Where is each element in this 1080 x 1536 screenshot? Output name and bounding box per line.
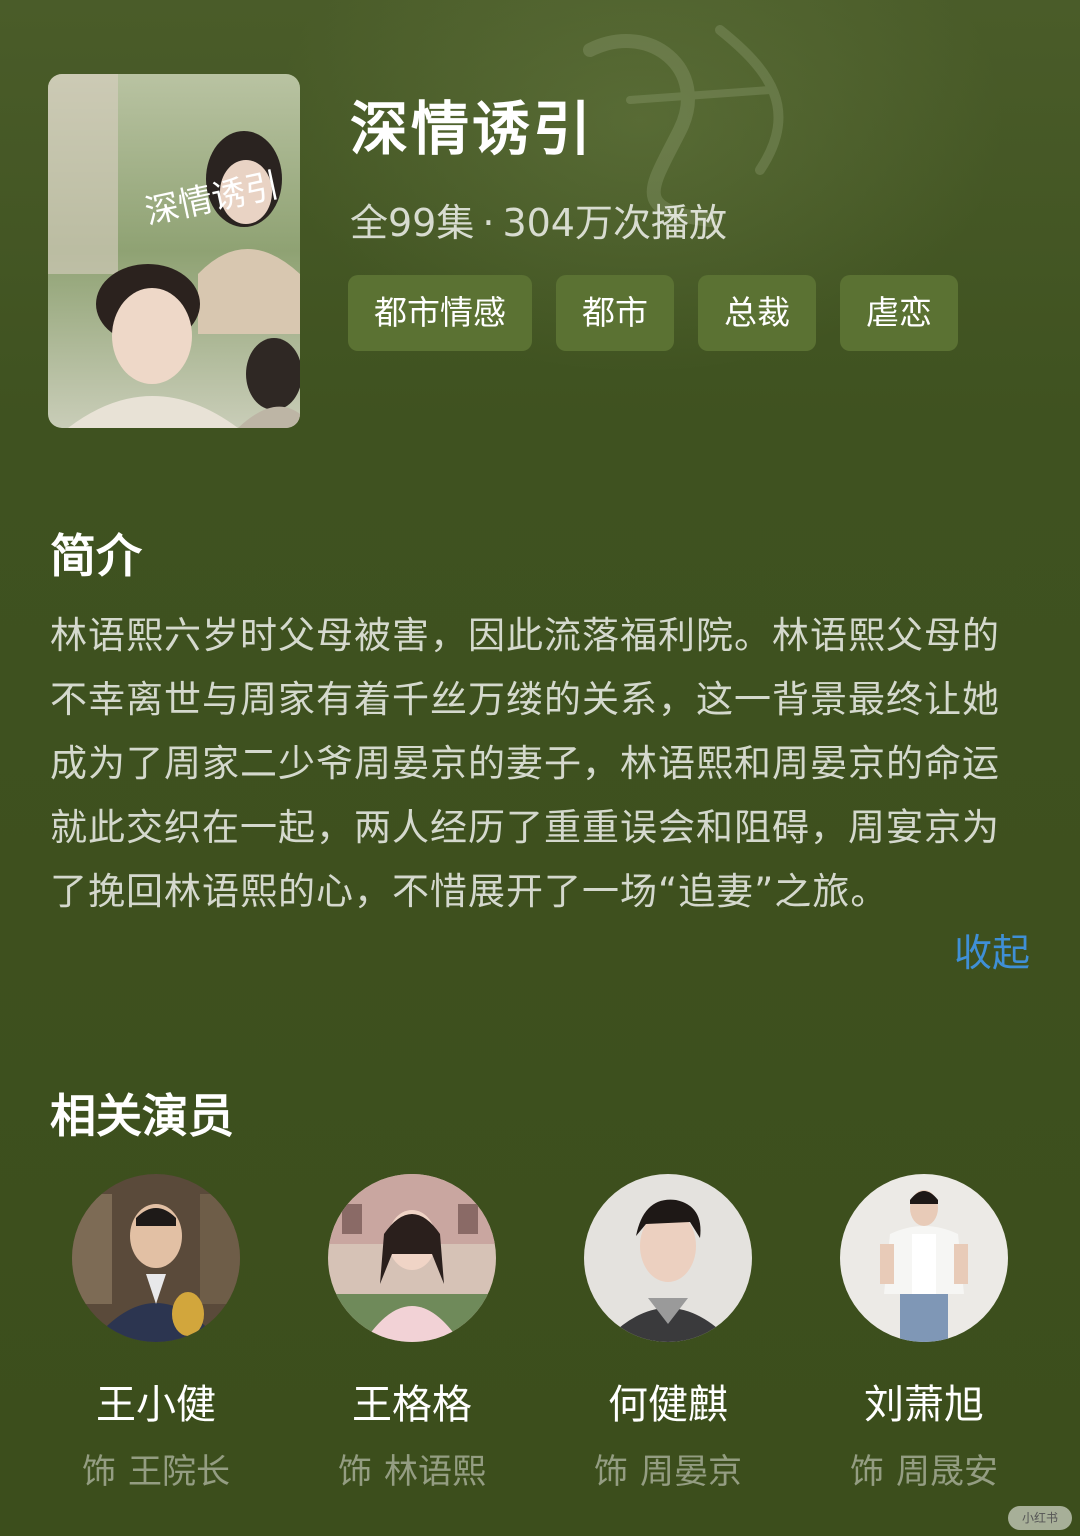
role-prefix: 饰	[850, 1452, 884, 1492]
show-title: 深情诱引	[350, 95, 595, 163]
synopsis-text: 林语熙六岁时父母被害，因此流落福利院。林语熙父母的不幸离世与周家有着千丝万缕的关…	[50, 614, 1000, 913]
watermark-badge: 小红书	[1008, 1506, 1072, 1530]
cast-heading: 相关演员	[50, 1089, 234, 1143]
show-meta: 全99集 · 304万次播放	[350, 192, 727, 247]
play-count: 304万次播放	[502, 201, 727, 245]
actor-photo-icon	[840, 1174, 1008, 1342]
actor-name: 刘萧旭	[864, 1382, 984, 1428]
role-label: 饰周晟安	[850, 1444, 998, 1493]
role-label: 饰王院长	[82, 1444, 230, 1493]
meta-separator: ·	[482, 201, 495, 245]
genre-tag[interactable]: 虐恋	[840, 275, 958, 351]
role-label: 饰林语熙	[338, 1444, 486, 1493]
role-name: 林语熙	[384, 1452, 486, 1492]
cast-card[interactable]: 王小健 饰王院长	[30, 1174, 282, 1493]
role-prefix: 饰	[594, 1452, 628, 1492]
actor-photo-icon	[72, 1174, 240, 1342]
actor-photo-icon	[584, 1174, 752, 1342]
cast-card[interactable]: 何健麒 饰周晏京	[542, 1174, 794, 1493]
poster-image: 深情诱引	[48, 74, 300, 428]
actor-photo-icon	[328, 1174, 496, 1342]
role-prefix: 饰	[82, 1452, 116, 1492]
role-label: 饰周晏京	[594, 1444, 742, 1493]
collapse-synopsis-button[interactable]: 收起	[954, 922, 1030, 977]
drama-poster[interactable]: 深情诱引	[48, 74, 300, 428]
role-name: 王院长	[128, 1452, 230, 1492]
genre-tag[interactable]: 总裁	[698, 275, 816, 351]
actor-avatar[interactable]	[72, 1174, 240, 1342]
actor-avatar[interactable]	[584, 1174, 752, 1342]
actor-name: 王格格	[352, 1382, 472, 1428]
actor-avatar[interactable]	[328, 1174, 496, 1342]
cast-card[interactable]: 刘萧旭 饰周晟安	[798, 1174, 1050, 1493]
synopsis-heading: 简介	[50, 529, 142, 583]
cast-list: 王小健 饰王院长 王格格 饰林语熙 何健麒 饰 周晏京 刘萧旭 饰 周晟安	[30, 1174, 1050, 1493]
genre-tags: 都市情感 都市 总裁 虐恋	[348, 275, 958, 351]
genre-tag[interactable]: 都市情感	[348, 275, 532, 351]
genre-tag[interactable]: 都市	[556, 275, 674, 351]
actor-name: 王小健	[96, 1382, 216, 1428]
role-name: 周晏京	[640, 1452, 742, 1492]
role-prefix: 饰	[338, 1452, 372, 1492]
actor-avatar[interactable]	[840, 1174, 1008, 1342]
role-name: 周晟安	[896, 1452, 998, 1492]
episode-count: 全99集	[350, 201, 475, 245]
actor-name: 何健麒	[608, 1382, 728, 1428]
cast-card[interactable]: 王格格 饰林语熙	[286, 1174, 538, 1493]
